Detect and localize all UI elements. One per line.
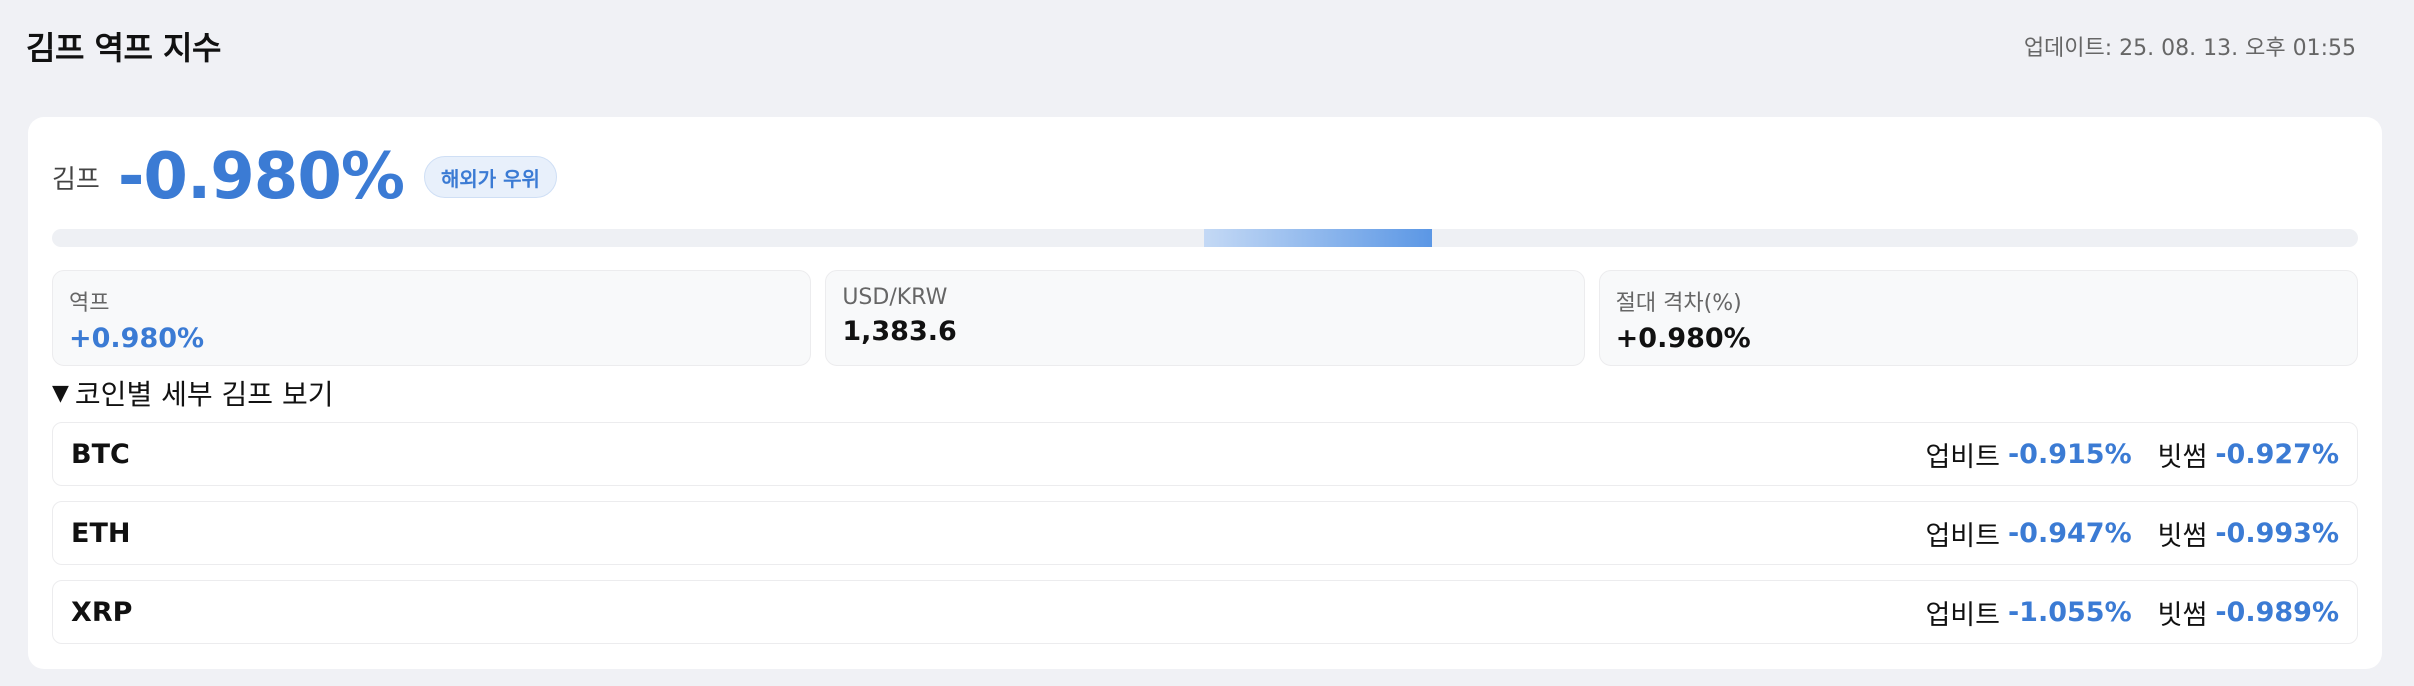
triangle-down-icon: ▼: [52, 380, 69, 406]
page-title: 김프 역프 지수: [26, 29, 221, 67]
kimp-gauge-fill: [1204, 229, 1432, 247]
stat-label: 역프: [69, 291, 110, 316]
update-timestamp: 업데이트: 25. 08. 13. 오후 01:55: [2023, 36, 2356, 61]
bithumb-premium: -0.993%: [2215, 517, 2339, 549]
stat-label: 절대 격차(%): [1615, 291, 1742, 316]
exchange-label-bithumb: 빗썸: [2157, 599, 2208, 631]
stat-reverse-premium: 역프 +0.980%: [52, 270, 812, 366]
stat-label: USD/KRW: [842, 285, 948, 310]
upbit-premium: -1.055%: [2007, 596, 2132, 628]
stat-absolute-gap: 절대 격차(%) +0.980%: [1598, 270, 2358, 366]
stats-row: 역프 +0.980% USD/KRW 1,383.6 절대 격차(%) +0.9…: [52, 270, 2358, 366]
coin-name: BTC: [71, 438, 130, 470]
kimp-label: 김프: [52, 164, 100, 195]
coin-list: BTC 업비트 -0.915% 빗썸 -0.927% ETH 업비트 -0.94…: [52, 422, 2358, 659]
kimp-gauge: [52, 229, 2358, 247]
stat-value: +0.980%: [69, 323, 205, 354]
exchange-label-bithumb: 빗썸: [2157, 520, 2208, 552]
exchange-label-upbit: 업비트: [1925, 599, 2000, 631]
bithumb-premium: -0.989%: [2215, 596, 2339, 628]
bithumb-premium: -0.927%: [2215, 438, 2339, 470]
exchange-premiums: 업비트 -1.055% 빗썸 -0.989%: [1925, 593, 2339, 632]
status-badge: 해외가 우위: [423, 156, 557, 198]
coin-row-btc: BTC 업비트 -0.915% 빗썸 -0.927%: [52, 422, 2358, 486]
kimp-card: 김프 -0.980% 해외가 우위 역프 +0.980% USD/KRW 1,3…: [28, 117, 2382, 669]
stat-value: +0.980%: [1615, 323, 1751, 354]
coin-row-eth: ETH 업비트 -0.947% 빗썸 -0.993%: [52, 501, 2358, 565]
coin-name: ETH: [71, 517, 131, 549]
stat-value: 1,383.6: [842, 316, 957, 347]
upbit-premium: -0.915%: [2007, 438, 2132, 470]
header: 김프 역프 지수 업데이트: 25. 08. 13. 오후 01:55: [26, 0, 2388, 92]
exchange-premiums: 업비트 -0.947% 빗썸 -0.993%: [1925, 514, 2339, 553]
exchange-premiums: 업비트 -0.915% 빗썸 -0.927%: [1925, 435, 2339, 474]
coin-details-label: 코인별 세부 김프 보기: [74, 378, 334, 411]
stat-usd-krw: USD/KRW 1,383.6: [825, 270, 1585, 366]
exchange-label-upbit: 업비트: [1925, 520, 2000, 552]
coin-name: XRP: [71, 596, 133, 628]
exchange-label-upbit: 업비트: [1925, 441, 2000, 473]
coin-details-toggle[interactable]: ▼ 코인별 세부 김프 보기: [52, 373, 333, 413]
exchange-label-bithumb: 빗썸: [2157, 441, 2208, 473]
coin-row-xrp: XRP 업비트 -1.055% 빗썸 -0.989%: [52, 580, 2358, 644]
kimp-summary: 김프 -0.980% 해외가 우위: [52, 139, 557, 215]
kimp-value: -0.980%: [117, 140, 405, 214]
upbit-premium: -0.947%: [2007, 517, 2132, 549]
